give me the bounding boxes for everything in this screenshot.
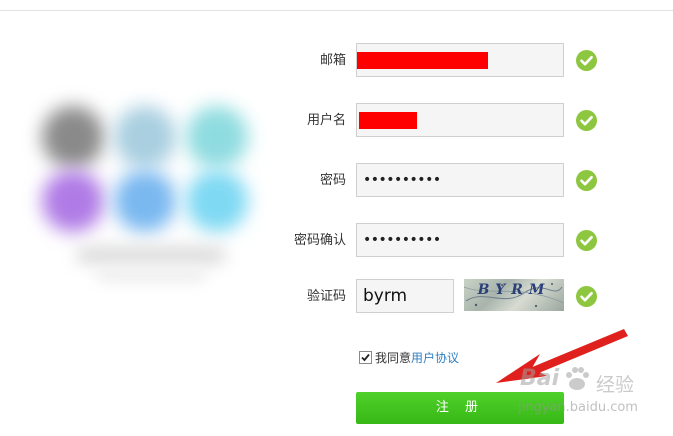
blur-circle-teal — [186, 106, 248, 168]
check-icon — [576, 170, 597, 191]
register-page: 邮箱 用户名 密码 •••••••••• 密码确认 •••••••••• 验证码… — [0, 0, 673, 436]
blur-circle-gray — [42, 106, 104, 168]
captcha-label: 验证码 — [306, 289, 346, 304]
blurred-illustration — [36, 98, 256, 298]
captcha-input[interactable]: byrm — [356, 279, 454, 313]
password-confirm-field[interactable]: •••••••••• — [356, 223, 564, 257]
blur-circle-lightblue — [114, 106, 176, 168]
password-row: 密码 •••••••••• — [260, 163, 600, 199]
watermark-brand: Bai — [520, 366, 560, 391]
email-field[interactable] — [356, 43, 564, 77]
check-icon — [576, 286, 597, 307]
agree-text: 我同意 — [375, 351, 412, 365]
user-agreement-link[interactable]: 用户协议 — [411, 351, 459, 365]
blurred-caption — [76, 246, 226, 264]
blur-circle-blue — [114, 170, 176, 232]
password-field[interactable]: •••••••••• — [356, 163, 564, 197]
paw-icon — [566, 367, 589, 390]
username-field[interactable] — [356, 103, 564, 137]
check-icon — [576, 110, 597, 131]
email-label: 邮箱 — [319, 53, 346, 68]
agree-checkbox[interactable] — [359, 351, 372, 364]
register-button[interactable]: 注 册 — [356, 392, 564, 424]
redaction-bar — [357, 52, 488, 69]
password-confirm-value: •••••••••• — [363, 232, 441, 248]
agreement-row: 我同意用户协议 — [359, 349, 459, 367]
password-value: •••••••••• — [363, 172, 441, 188]
password-confirm-row: 密码确认 •••••••••• — [260, 223, 600, 259]
username-row: 用户名 — [260, 103, 600, 139]
top-divider — [0, 10, 673, 11]
redaction-bar — [359, 112, 417, 129]
blur-circle-cyan — [186, 170, 248, 232]
captcha-image[interactable]: BYRM — [464, 279, 564, 311]
email-row: 邮箱 — [260, 43, 600, 79]
captcha-row: 验证码 byrm BYRM — [260, 279, 600, 315]
checkmark-icon — [361, 353, 370, 362]
blurred-caption-line — [96, 270, 206, 282]
check-icon — [576, 230, 597, 251]
username-label: 用户名 — [306, 113, 346, 128]
password-label: 密码 — [319, 173, 346, 188]
blur-circle-purple — [42, 170, 104, 232]
password-confirm-label: 密码确认 — [293, 233, 346, 248]
watermark-brand-cn: 经验 — [596, 374, 635, 396]
check-icon — [576, 50, 597, 71]
captcha-text: BYRM — [477, 282, 551, 298]
